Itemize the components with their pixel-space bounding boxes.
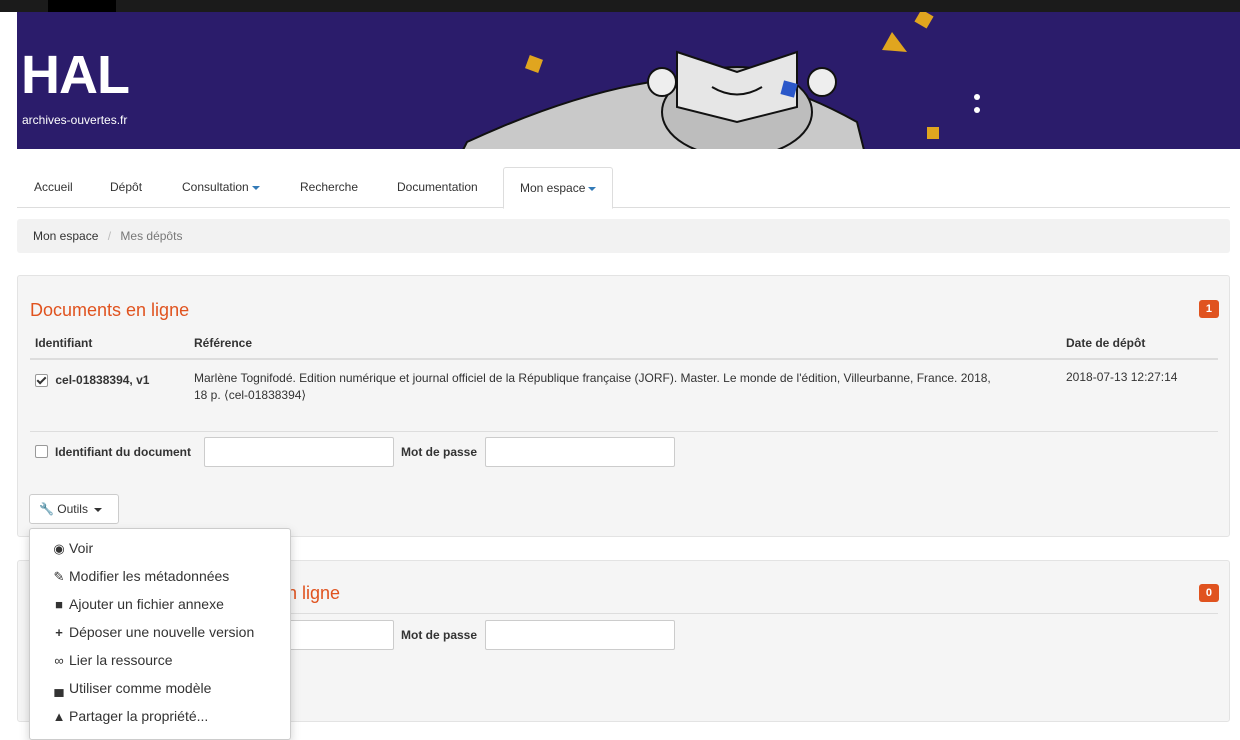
document-id-input[interactable] bbox=[204, 437, 394, 467]
menu-item-voir[interactable]: ◉ Voir bbox=[52, 540, 93, 557]
plus-icon: + bbox=[55, 625, 63, 640]
password-label: Mot de passe bbox=[401, 628, 478, 642]
menu-item-label: Ajouter un fichier annexe bbox=[69, 596, 224, 612]
menu-item-link-resource[interactable]: ∞ Lier la ressource bbox=[52, 652, 173, 668]
breadcrumb-current: Mes dépôts bbox=[120, 229, 183, 243]
menu-item-edit-metadata[interactable]: ✎ Modifier les métadonnées bbox=[52, 568, 230, 585]
row-reference: Marlène Tognifodé. Edition numérique et … bbox=[194, 370, 1054, 404]
chevron-down-icon bbox=[588, 186, 597, 191]
top-browser-strip bbox=[0, 0, 1240, 12]
link-icon: ∞ bbox=[54, 653, 64, 668]
tab-mon-espace[interactable]: Mon espace bbox=[503, 167, 614, 209]
tab-label: Consultation bbox=[182, 180, 249, 194]
header-divider bbox=[30, 358, 1218, 360]
row-id-cell: cel-01838394, v1 bbox=[35, 373, 149, 388]
menu-item-new-version[interactable]: + Déposer une nouvelle version bbox=[52, 624, 254, 640]
file-icon: ■ bbox=[55, 597, 63, 612]
password-label: Mot de passe bbox=[401, 445, 478, 459]
tab-depot[interactable]: Dépôt bbox=[110, 167, 142, 207]
column-header-reference: Référence bbox=[194, 336, 253, 350]
tools-button-label: Outils bbox=[57, 502, 88, 516]
tab-documentation[interactable]: Documentation bbox=[397, 167, 478, 207]
user-icon: ▲ bbox=[52, 709, 66, 724]
tools-button[interactable]: 🔧 Outils bbox=[29, 494, 119, 524]
tab-label: Dépôt bbox=[110, 180, 143, 194]
reference-line-1: Marlène Tognifodé. Edition numérique et … bbox=[194, 371, 991, 385]
panel-title: n ligne bbox=[287, 583, 341, 603]
row-divider bbox=[30, 431, 1218, 432]
panel-title: Documents en ligne bbox=[30, 300, 190, 320]
reference-line-2[interactable]: 18 p. ⟨cel-01838394⟩ bbox=[194, 387, 1054, 404]
tab-recherche[interactable]: Recherche bbox=[300, 167, 358, 207]
tab-accueil[interactable]: Accueil bbox=[34, 167, 73, 207]
eye-icon: ◉ bbox=[53, 541, 65, 556]
count-badge: 1 bbox=[1198, 300, 1219, 318]
menu-item-share-ownership[interactable]: ▲ Partager la propriété... bbox=[52, 708, 209, 724]
wrench-icon: 🔧 bbox=[39, 502, 54, 516]
pencil-icon: ✎ bbox=[53, 569, 65, 584]
logo-subtitle: archives-ouvertes.fr bbox=[22, 113, 128, 127]
top-strip-block bbox=[48, 0, 116, 12]
row-checkbox[interactable] bbox=[35, 374, 48, 388]
tab-label: Mon espace bbox=[520, 181, 586, 195]
breadcrumb-separator: / bbox=[107, 229, 112, 243]
tab-consultation[interactable]: Consultation bbox=[182, 167, 260, 207]
online-documents-panel: Documents en ligne 1 Identifiant Référen… bbox=[17, 275, 1230, 537]
menu-item-label: Voir bbox=[69, 540, 94, 556]
id-filter-checkbox-wrap bbox=[35, 444, 48, 459]
hal-logo[interactable]: HAL bbox=[21, 45, 130, 105]
site-banner: HAL archives-ouvertes.fr Mezux bbox=[17, 12, 1240, 149]
chevron-down-icon bbox=[251, 185, 260, 190]
row-id[interactable]: cel-01838394, v1 bbox=[55, 373, 149, 387]
id-filter-checkbox[interactable] bbox=[35, 445, 48, 459]
tab-label: Accueil bbox=[34, 180, 73, 194]
id-field-label: Identifiant du document bbox=[55, 445, 191, 459]
count-badge: 0 bbox=[1198, 584, 1219, 602]
main-navigation: Accueil Dépôt Consultation Recherche Doc… bbox=[17, 167, 1230, 209]
password-input[interactable] bbox=[485, 620, 675, 650]
breadcrumb-home[interactable]: Mon espace bbox=[33, 229, 98, 243]
tab-label: Recherche bbox=[300, 180, 359, 194]
banner-illustration: Mezux bbox=[462, 12, 980, 149]
row-date: 2018-07-13 12:27:14 bbox=[1066, 370, 1178, 384]
logo-text: HAL bbox=[21, 45, 130, 105]
menu-item-label: Modifier les métadonnées bbox=[69, 568, 230, 584]
breadcrumb: Mon espace / Mes dépôts bbox=[17, 219, 1230, 253]
menu-item-label: Déposer une nouvelle version bbox=[69, 624, 255, 640]
chevron-down-icon bbox=[94, 507, 103, 512]
password-input[interactable] bbox=[485, 437, 675, 467]
stamp-icon: ▄ bbox=[54, 681, 64, 696]
column-header-date: Date de dépôt bbox=[1066, 336, 1146, 350]
column-header-id: Identifiant bbox=[35, 336, 93, 350]
tools-dropdown-menu: ◉ Voir ✎ Modifier les métadonnées ■ Ajouter… bbox=[29, 528, 291, 740]
menu-item-use-as-template[interactable]: ▄ Utiliser comme modèle bbox=[52, 680, 211, 696]
menu-item-add-annex[interactable]: ■ Ajouter un fichier annexe bbox=[52, 596, 224, 612]
menu-item-label: Partager la propriété... bbox=[69, 708, 209, 724]
tab-label: Documentation bbox=[397, 180, 478, 194]
menu-item-label: Utiliser comme modèle bbox=[69, 680, 212, 696]
menu-item-label: Lier la ressource bbox=[69, 652, 173, 668]
